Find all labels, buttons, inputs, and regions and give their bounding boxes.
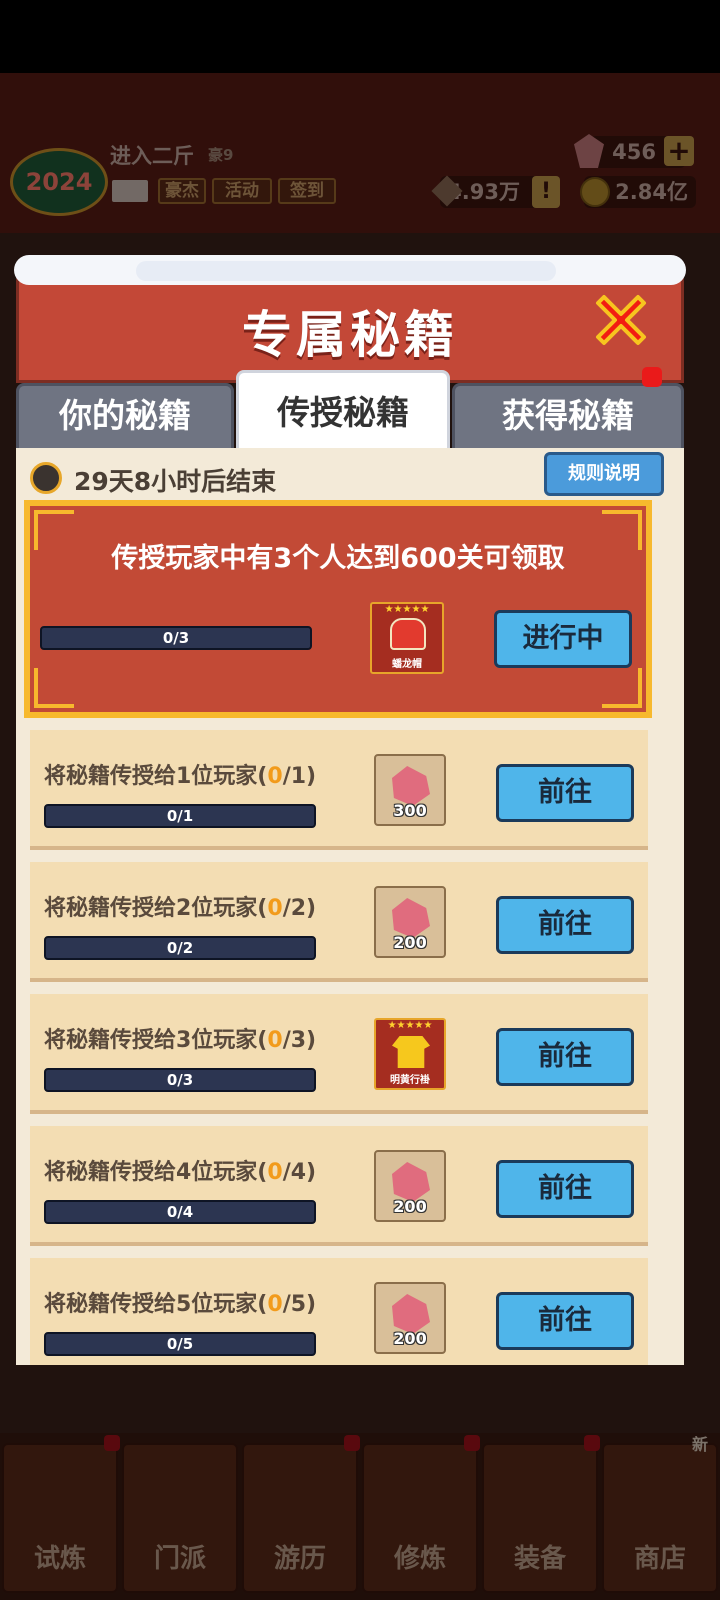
task-title: 将秘籍传授给3位玩家(0/3) xyxy=(44,1022,316,1054)
corner-ornament xyxy=(34,668,74,708)
reward-gem-card[interactable]: 200 xyxy=(374,886,446,958)
main-progress-bar: 0/3 xyxy=(40,626,312,650)
corner-ornament xyxy=(602,668,642,708)
task-total: /1) xyxy=(282,764,317,789)
reward-gem-card[interactable]: 200 xyxy=(374,1150,446,1222)
task-title: 将秘籍传授给2位玩家(0/2) xyxy=(44,890,316,922)
close-icon xyxy=(596,295,646,345)
task-count: 0 xyxy=(267,1028,283,1053)
go-button[interactable]: 前往 xyxy=(496,1028,634,1086)
dialog-title: 专属秘籍 xyxy=(242,306,458,364)
gem-icon xyxy=(392,766,430,806)
yellow-robe-icon xyxy=(392,1036,430,1068)
task-title: 将秘籍传授给4位玩家(0/4) xyxy=(44,1154,316,1186)
task-row: 将秘籍传授给2位玩家(0/2) 0/2 200 前往 xyxy=(30,862,648,982)
task-title: 将秘籍传授给1位玩家(0/1) xyxy=(44,758,316,790)
go-button[interactable]: 前往 xyxy=(496,896,634,954)
task-row: 将秘籍传授给4位玩家(0/4) 0/4 200 前往 xyxy=(30,1126,648,1246)
reward-amount: 200 xyxy=(393,1197,427,1216)
task-count: 0 xyxy=(267,1292,283,1317)
task-count: 0 xyxy=(267,1160,283,1185)
main-reward-title: 传授玩家中有3个人达到600关可领取 xyxy=(111,543,565,574)
reward-gem-card[interactable]: 300 xyxy=(374,754,446,826)
task-title-text: 将秘籍传授给1位玩家( xyxy=(44,764,268,789)
reward-item-label: 蟠龙帽 xyxy=(392,659,422,670)
task-progress-bar: 0/3 xyxy=(44,1068,316,1092)
go-button[interactable]: 前往 xyxy=(496,1292,634,1350)
notification-dot xyxy=(642,367,662,387)
task-count: 0 xyxy=(267,896,283,921)
secret-book-dialog: 专属秘籍 你的秘籍 传授秘籍 获得秘籍 29天8小时后结束 规则说明 传授玩家中… xyxy=(14,255,686,1365)
go-button[interactable]: 前往 xyxy=(496,764,634,822)
tab-received-books[interactable]: 获得秘籍 xyxy=(452,383,684,449)
tab-teach-books[interactable]: 传授秘籍 xyxy=(236,370,450,450)
star-rating: ★★★★★ xyxy=(387,1020,433,1031)
task-row: 将秘籍传授给3位玩家(0/3) 0/3 ★★★★★ 明黄行褂 前往 xyxy=(30,994,648,1114)
star-rating: ★★★★★ xyxy=(384,604,430,615)
task-total: /3) xyxy=(282,1028,317,1053)
task-progress-bar: 0/2 xyxy=(44,936,316,960)
gem-icon xyxy=(392,898,430,938)
task-progress-bar: 0/5 xyxy=(44,1332,316,1356)
task-title-text: 将秘籍传授给2位玩家( xyxy=(44,896,268,921)
gem-icon xyxy=(392,1294,430,1334)
snow-decoration xyxy=(136,261,556,281)
main-reward-card: 传授玩家中有3个人达到600关可领取 0/3 ★★★★★ 蟠龙帽 进行中 xyxy=(24,500,652,718)
go-button[interactable]: 前往 xyxy=(496,1160,634,1218)
task-title: 将秘籍传授给5位玩家(0/5) xyxy=(44,1286,316,1318)
tab-your-books[interactable]: 你的秘籍 xyxy=(16,383,234,449)
rules-button[interactable]: 规则说明 xyxy=(544,452,664,496)
reward-amount: 200 xyxy=(393,1329,427,1348)
reward-gem-card[interactable]: 200 xyxy=(374,1282,446,1354)
reward-amount: 200 xyxy=(393,933,427,952)
dragon-hat-icon xyxy=(390,618,426,650)
close-button[interactable] xyxy=(590,289,652,351)
reward-amount: 300 xyxy=(393,801,427,820)
task-progress-bar: 0/1 xyxy=(44,804,316,828)
task-total: /5) xyxy=(282,1292,317,1317)
task-row: 将秘籍传授给5位玩家(0/5) 0/5 200 前往 xyxy=(30,1258,648,1365)
task-total: /4) xyxy=(282,1160,317,1185)
task-progress-bar: 0/4 xyxy=(44,1200,316,1224)
gem-icon xyxy=(392,1162,430,1202)
task-title-text: 将秘籍传授给4位玩家( xyxy=(44,1160,268,1185)
tab-content-panel: 29天8小时后结束 规则说明 传授玩家中有3个人达到600关可领取 0/3 ★★… xyxy=(16,448,684,1365)
event-timer: 29天8小时后结束 xyxy=(74,467,277,496)
task-count: 0 xyxy=(267,764,283,789)
reward-item-dragon-hat[interactable]: ★★★★★ 蟠龙帽 xyxy=(370,602,444,674)
in-progress-button[interactable]: 进行中 xyxy=(494,610,632,668)
task-total: /2) xyxy=(282,896,317,921)
task-row: 将秘籍传授给1位玩家(0/1) 0/1 300 前往 xyxy=(30,730,648,850)
task-title-text: 将秘籍传授给3位玩家( xyxy=(44,1028,268,1053)
reward-item-label: 明黄行褂 xyxy=(390,1075,430,1086)
task-title-text: 将秘籍传授给5位玩家( xyxy=(44,1292,268,1317)
reward-item-yellow-robe[interactable]: ★★★★★ 明黄行褂 xyxy=(374,1018,446,1090)
clock-icon xyxy=(30,462,62,494)
